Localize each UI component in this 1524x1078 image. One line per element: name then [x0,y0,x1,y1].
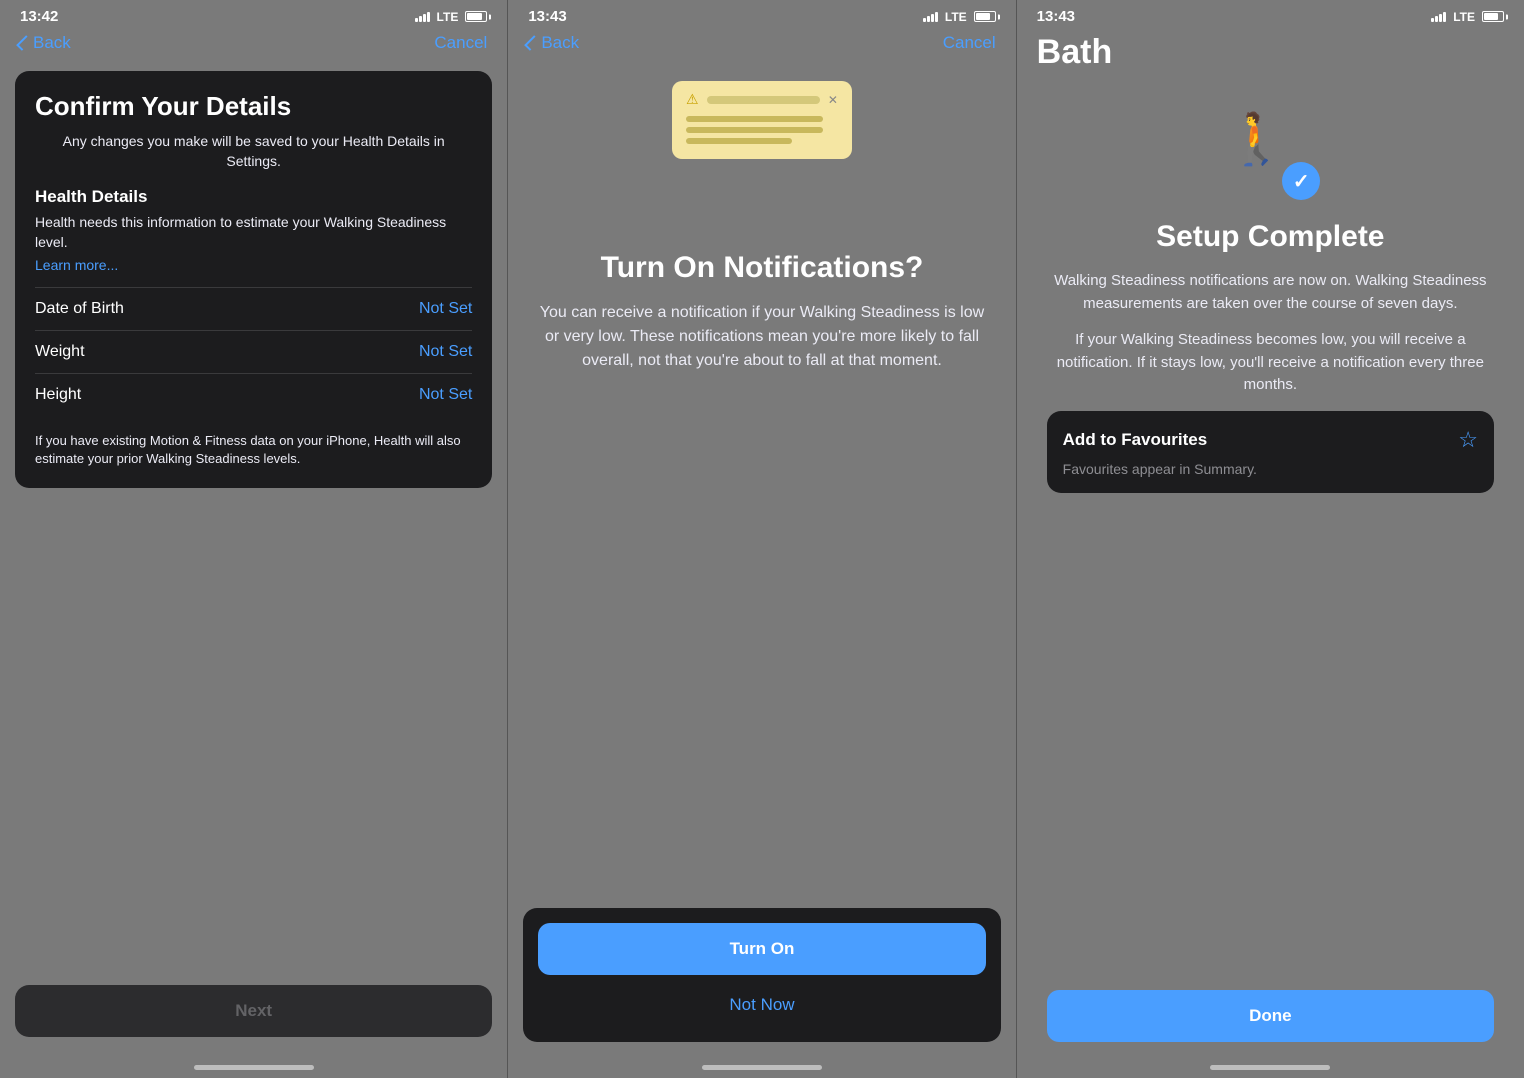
favourites-card[interactable]: Add to Favourites ☆ Favourites appear in… [1047,411,1494,493]
time-3: 13:43 [1037,8,1075,25]
time-1: 13:42 [20,8,58,25]
screen1-content: Confirm Your Details Any changes you mak… [0,61,507,975]
nav-bar-1: Back Cancel [0,29,507,61]
favourites-desc: Favourites appear in Summary. [1063,461,1478,477]
setup-desc-2: If your Walking Steadiness becomes low, … [1047,329,1494,397]
checkmark-icon: ✓ [1293,169,1310,194]
cancel-button-2[interactable]: Cancel [943,33,996,53]
warning-icon: ⚠ [686,91,699,108]
screen2-content: ⚠ ✕ Turn On Notifications? You can recei… [508,61,1015,893]
signal-icon-2 [923,12,938,22]
close-icon: ✕ [828,93,838,107]
status-bar-3: 13:43 LTE [1017,0,1524,29]
notif-line-3 [686,138,792,144]
detail-row-weight[interactable]: Weight Not Set [35,330,472,373]
turn-on-button[interactable]: Turn On [538,923,985,975]
next-button-area: Next [0,975,507,1057]
health-section-title: Health Details [35,187,472,207]
back-button-1[interactable]: Back [20,33,71,53]
signal-icon-3 [1431,12,1446,22]
confirm-card: Confirm Your Details Any changes you mak… [15,71,492,488]
star-icon[interactable]: ☆ [1458,427,1478,453]
back-button-2[interactable]: Back [528,33,579,53]
bath-title: Bath [1037,33,1113,71]
back-chevron-1 [16,35,32,51]
favourites-header: Add to Favourites ☆ [1063,427,1478,453]
notifications-title: Turn On Notifications? [601,251,924,285]
notif-title-bar: ⚠ ✕ [686,91,838,108]
status-icons-3: LTE [1431,10,1504,24]
bath-header: Bath [1017,29,1524,80]
status-icons-2: LTE [923,10,996,24]
dob-label: Date of Birth [35,300,124,318]
battery-icon-1 [465,11,487,22]
status-bar-2: 13:43 LTE [508,0,1015,29]
height-value: Not Set [419,386,472,404]
weight-label: Weight [35,343,85,361]
confirm-subtitle: Any changes you make will be saved to yo… [35,132,472,171]
screen-1: 13:42 LTE Back Cancel Confirm Your Detai… [0,0,508,1078]
learn-more-link[interactable]: Learn more... [35,257,472,273]
height-label: Height [35,386,81,404]
next-button[interactable]: Next [15,985,492,1037]
signal-icon-1 [415,12,430,22]
detail-row-dob[interactable]: Date of Birth Not Set [35,287,472,330]
setup-complete-title: Setup Complete [1156,220,1384,254]
back-chevron-2 [525,35,541,51]
lte-label-3: LTE [1453,10,1475,24]
confirm-title: Confirm Your Details [35,91,472,122]
battery-icon-2 [974,11,996,22]
home-indicator-3 [1210,1065,1330,1070]
notif-title-line [707,96,820,104]
favourites-title: Add to Favourites [1063,430,1208,450]
done-button[interactable]: Done [1047,990,1494,1042]
notification-illustration: ⚠ ✕ [662,81,862,221]
notif-line-2 [686,127,823,133]
check-badge: ✓ [1282,162,1320,200]
notif-line-1 [686,116,823,122]
lte-label-2: LTE [945,10,967,24]
weight-value: Not Set [419,343,472,361]
screen-3: 13:43 LTE Bath 🚶 ✓ Setup Complete [1017,0,1524,1078]
status-bar-1: 13:42 LTE [0,0,507,29]
lte-label-1: LTE [437,10,459,24]
cancel-button-1[interactable]: Cancel [434,33,487,53]
footer-note: If you have existing Motion & Fitness da… [35,432,472,468]
setup-illustration: 🚶 ✓ [1220,100,1320,200]
screen3-content: 🚶 ✓ Setup Complete Walking Steadiness no… [1017,80,1524,980]
detail-row-height[interactable]: Height Not Set [35,373,472,416]
setup-desc-1: Walking Steadiness notifications are now… [1047,270,1494,315]
status-icons-1: LTE [415,10,488,24]
walking-person-icon: 🚶 [1225,110,1287,169]
home-indicator-1 [194,1065,314,1070]
home-indicator-2 [702,1065,822,1070]
health-section-desc: Health needs this information to estimat… [35,213,472,252]
nav-bar-2: Back Cancel [508,29,1015,61]
dob-value: Not Set [419,300,472,318]
battery-icon-3 [1482,11,1504,22]
notifications-desc: You can receive a notification if your W… [538,301,985,373]
time-2: 13:43 [528,8,566,25]
not-now-button[interactable]: Not Now [538,983,985,1027]
notif-window: ⚠ ✕ [672,81,852,159]
bottom-buttons-2: Turn On Not Now [523,908,1000,1042]
screen-2: 13:43 LTE Back Cancel ⚠ [508,0,1016,1078]
done-area: Done [1032,980,1509,1057]
